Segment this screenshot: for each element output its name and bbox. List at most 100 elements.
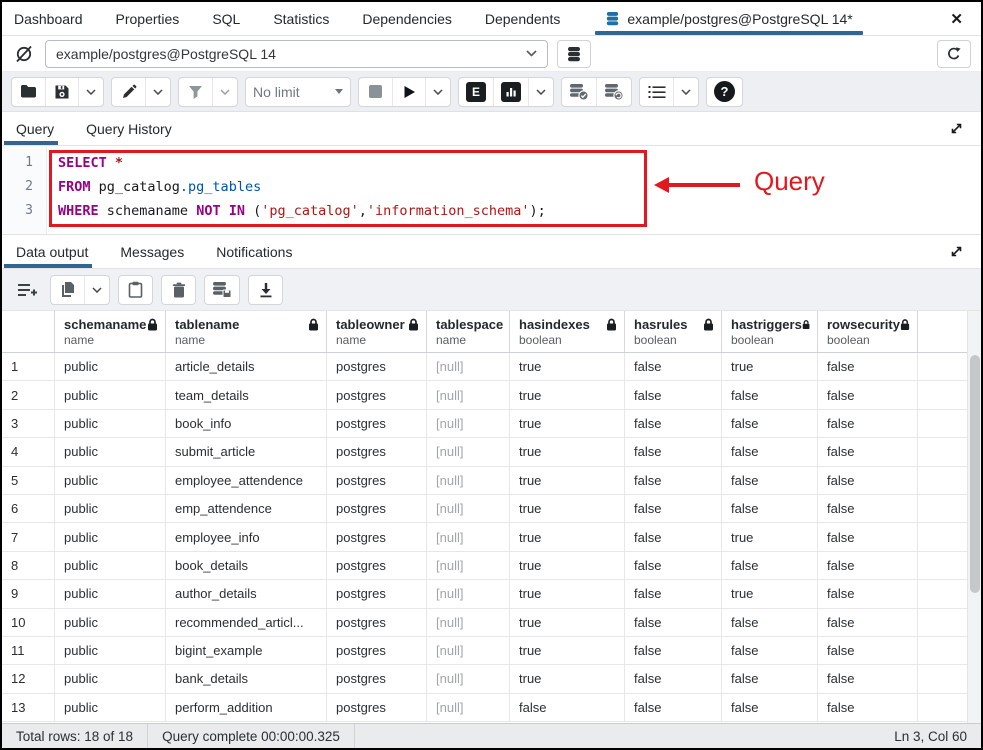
cell[interactable]: [null] bbox=[427, 438, 510, 465]
sql-code[interactable]: SELECT *FROM pg_catalog.pg_tablesWHERE s… bbox=[47, 146, 546, 234]
explain-button[interactable]: E bbox=[459, 78, 493, 106]
column-header-rowsecurity[interactable]: rowsecurityboolean bbox=[818, 311, 918, 352]
commit-button[interactable] bbox=[562, 78, 596, 106]
execute-button[interactable] bbox=[392, 78, 425, 106]
cell[interactable]: [null] bbox=[427, 552, 510, 579]
cell[interactable]: public bbox=[55, 580, 166, 607]
cell[interactable]: postgres bbox=[327, 353, 427, 380]
close-icon[interactable]: ✕ bbox=[944, 8, 969, 30]
cell[interactable]: postgres bbox=[327, 438, 427, 465]
cell[interactable]: false bbox=[510, 694, 625, 721]
cell[interactable]: true bbox=[510, 665, 625, 692]
cell[interactable]: postgres bbox=[327, 609, 427, 636]
cell[interactable]: false bbox=[625, 353, 722, 380]
macros-menu-chevron[interactable] bbox=[673, 78, 698, 106]
edit-button[interactable] bbox=[112, 78, 145, 106]
cell[interactable]: book_info bbox=[166, 410, 327, 437]
cell[interactable]: false bbox=[625, 495, 722, 522]
cell[interactable]: bank_details bbox=[166, 665, 327, 692]
tab-query-tool[interactable]: example/postgres@PostgreSQL 14* bbox=[605, 2, 852, 35]
row-number-cell[interactable]: 1 bbox=[2, 353, 55, 380]
cell[interactable]: [null] bbox=[427, 467, 510, 494]
cell[interactable]: postgres bbox=[327, 495, 427, 522]
row-limit-select[interactable]: No limit bbox=[246, 78, 350, 106]
tab-messages[interactable]: Messages bbox=[120, 235, 184, 268]
cell[interactable]: public bbox=[55, 665, 166, 692]
row-number-cell[interactable]: 6 bbox=[2, 495, 55, 522]
cell[interactable]: [null] bbox=[427, 665, 510, 692]
cell[interactable]: book_details bbox=[166, 552, 327, 579]
copy-menu-chevron[interactable] bbox=[84, 276, 109, 304]
column-header-tableowner[interactable]: tableownername bbox=[327, 311, 427, 352]
cell[interactable]: true bbox=[510, 609, 625, 636]
edit-menu-chevron[interactable] bbox=[145, 78, 170, 106]
cell[interactable]: false bbox=[625, 410, 722, 437]
cell[interactable]: false bbox=[722, 438, 818, 465]
cell[interactable]: true bbox=[510, 552, 625, 579]
vertical-scrollbar[interactable] bbox=[967, 311, 981, 723]
tab-query-history[interactable]: Query History bbox=[86, 112, 172, 145]
copy-button[interactable] bbox=[51, 276, 84, 304]
output-expand-button[interactable] bbox=[946, 241, 967, 262]
main-tab-dashboard[interactable]: Dashboard bbox=[14, 2, 83, 35]
download-results-button[interactable] bbox=[249, 276, 282, 304]
cell[interactable]: false bbox=[818, 637, 918, 664]
cell[interactable]: [null] bbox=[427, 637, 510, 664]
row-number-cell[interactable]: 3 bbox=[2, 410, 55, 437]
row-number-cell[interactable]: 11 bbox=[2, 637, 55, 664]
row-number-cell[interactable]: 4 bbox=[2, 438, 55, 465]
cell[interactable]: [null] bbox=[427, 523, 510, 550]
cell[interactable]: public bbox=[55, 637, 166, 664]
cell[interactable]: true bbox=[510, 381, 625, 408]
cell[interactable]: [null] bbox=[427, 495, 510, 522]
cell[interactable]: false bbox=[625, 637, 722, 664]
cell[interactable]: employee_attendence bbox=[166, 467, 327, 494]
save-menu-chevron[interactable] bbox=[78, 78, 103, 106]
cell[interactable]: false bbox=[625, 523, 722, 550]
cell[interactable]: public bbox=[55, 410, 166, 437]
cell[interactable]: postgres bbox=[327, 381, 427, 408]
filter-menu-chevron[interactable] bbox=[212, 78, 237, 106]
row-number-cell[interactable]: 5 bbox=[2, 467, 55, 494]
row-number-cell[interactable]: 7 bbox=[2, 523, 55, 550]
cell[interactable]: public bbox=[55, 694, 166, 721]
cell[interactable]: public bbox=[55, 609, 166, 636]
execute-menu-chevron[interactable] bbox=[425, 78, 450, 106]
cell[interactable]: postgres bbox=[327, 467, 427, 494]
main-tab-dependents[interactable]: Dependents bbox=[485, 2, 561, 35]
reset-layout-button[interactable] bbox=[937, 40, 971, 68]
column-header-hastriggers[interactable]: hastriggersboolean bbox=[722, 311, 818, 352]
cell[interactable]: false bbox=[722, 694, 818, 721]
cell[interactable]: public bbox=[55, 438, 166, 465]
cell[interactable]: false bbox=[722, 665, 818, 692]
cell[interactable]: postgres bbox=[327, 410, 427, 437]
column-header-tablename[interactable]: tablenamename bbox=[166, 311, 327, 352]
main-tab-statistics[interactable]: Statistics bbox=[273, 2, 329, 35]
cell[interactable]: false bbox=[818, 552, 918, 579]
cell[interactable]: false bbox=[818, 438, 918, 465]
macros-button[interactable] bbox=[640, 78, 673, 106]
column-header-hasrules[interactable]: hasrulesboolean bbox=[625, 311, 722, 352]
cell[interactable]: false bbox=[722, 410, 818, 437]
cell[interactable]: true bbox=[510, 495, 625, 522]
sql-editor[interactable]: 123 SELECT *FROM pg_catalog.pg_tablesWHE… bbox=[2, 146, 981, 235]
main-tab-dependencies[interactable]: Dependencies bbox=[362, 2, 452, 35]
scrollbar-thumb[interactable] bbox=[970, 355, 980, 593]
main-tab-properties[interactable]: Properties bbox=[116, 2, 180, 35]
cell[interactable]: perform_addition bbox=[166, 694, 327, 721]
cell[interactable]: false bbox=[625, 694, 722, 721]
cell[interactable]: [null] bbox=[427, 580, 510, 607]
delete-row-button[interactable] bbox=[162, 276, 195, 304]
cell[interactable]: false bbox=[625, 665, 722, 692]
cell[interactable]: false bbox=[818, 523, 918, 550]
cell[interactable]: false bbox=[625, 609, 722, 636]
new-connection-button[interactable] bbox=[557, 40, 591, 68]
tab-notifications[interactable]: Notifications bbox=[216, 235, 292, 268]
paste-button[interactable] bbox=[119, 276, 152, 304]
column-header-schemaname[interactable]: schemanamename bbox=[55, 311, 166, 352]
cell[interactable]: false bbox=[722, 552, 818, 579]
cell[interactable]: public bbox=[55, 467, 166, 494]
cell[interactable]: public bbox=[55, 381, 166, 408]
cell[interactable]: submit_article bbox=[166, 438, 327, 465]
column-header-tablespace[interactable]: tablespacename bbox=[427, 311, 510, 352]
